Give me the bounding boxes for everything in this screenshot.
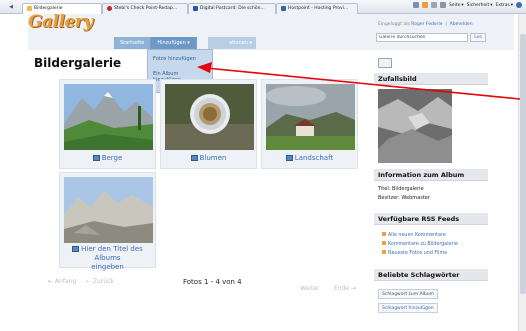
tab-label: Hostpoint - Hosting Provi... bbox=[288, 6, 349, 11]
pager-prev: ⇠ Zurück bbox=[86, 278, 114, 285]
nav-item-add[interactable]: Hinzufügen ▾ bbox=[151, 37, 197, 49]
browser-tab-checkpoint[interactable]: Stebi's Check Point-Redap... bbox=[102, 2, 188, 14]
tab-label: Bildergalerie bbox=[34, 6, 63, 11]
pager-status: Fotos 1 - 4 von 4 bbox=[183, 278, 242, 286]
rss-link-all-comments[interactable]: Alle neuen Kommentare bbox=[382, 232, 446, 238]
postcard-favicon-icon bbox=[193, 6, 198, 11]
slideshow-icon[interactable] bbox=[378, 58, 392, 68]
album-tile-landschaft[interactable]: Landschaft bbox=[261, 79, 358, 169]
album-thumbnail-blumen[interactable] bbox=[165, 84, 254, 150]
album-title-landschaft[interactable]: Landschaft bbox=[262, 154, 357, 162]
album-thumbnail-new[interactable] bbox=[64, 177, 153, 243]
pager-last: Ende ⇥ bbox=[334, 285, 357, 292]
add-tag-button[interactable]: Schlagwort hinzufügen bbox=[378, 303, 438, 313]
gallery-logo[interactable]: Gallery bbox=[28, 12, 93, 32]
album-icon bbox=[190, 155, 198, 161]
tab-label: Digital Postcard: Die schön... bbox=[200, 6, 265, 11]
back-icon[interactable]: ◀ bbox=[0, 0, 22, 14]
menu-item-add-photos[interactable]: Fotos hinzufügen bbox=[153, 56, 196, 62]
page-menu[interactable]: Seite ▾ bbox=[449, 3, 464, 8]
search-button[interactable]: Los bbox=[470, 33, 486, 42]
tab-label: Stebi's Check Point-Redap... bbox=[114, 6, 178, 11]
browser-tools: Seite ▾ Sicherheit ▾ Extras ▾ bbox=[412, 2, 522, 8]
rss-icon bbox=[382, 250, 386, 254]
sidebar-title-album-info: Information zum Album bbox=[374, 169, 488, 181]
album-info-owner: Besitzer: Webmaster bbox=[378, 195, 430, 201]
page-title: Bildergalerie bbox=[34, 56, 122, 70]
feeds-icon[interactable] bbox=[421, 2, 428, 8]
album-icon bbox=[72, 246, 80, 252]
gallery-favicon-icon bbox=[27, 6, 32, 11]
login-status: Eingeloggt als Roger Federle | Abmelden bbox=[378, 22, 473, 27]
nav-item-home[interactable]: Startseite bbox=[114, 37, 152, 49]
pager-next: Weiter bbox=[300, 285, 320, 292]
rss-icon bbox=[382, 232, 386, 236]
rss-link-gallery-comments[interactable]: Kommentare zu Bildergalerie bbox=[382, 241, 458, 247]
album-icon bbox=[92, 155, 100, 161]
album-title-blumen[interactable]: Blumen bbox=[161, 154, 256, 162]
album-title-berge[interactable]: Berge bbox=[60, 154, 155, 162]
album-tile-new[interactable]: Hier den Titel des Albums eingeben bbox=[59, 172, 156, 271]
sidebar-title-tags: Beliebte Schlagwörter bbox=[374, 269, 488, 281]
user-link[interactable]: Roger Federle bbox=[411, 22, 442, 27]
logout-link[interactable]: Abmelden bbox=[450, 22, 473, 27]
checkpoint-favicon-icon bbox=[107, 6, 112, 11]
album-title-new[interactable]: Hier den Titel des Albums eingeben bbox=[60, 245, 155, 272]
album-tile-berge[interactable]: Berge bbox=[59, 79, 156, 169]
scrollbar-thumb[interactable] bbox=[520, 34, 526, 294]
nav-item-options[interactable]: ationen ▾ bbox=[208, 37, 256, 49]
help-icon[interactable] bbox=[516, 2, 522, 8]
album-thumbnail-landschaft[interactable] bbox=[266, 84, 355, 150]
album-tile-blumen[interactable]: Blumen bbox=[160, 79, 257, 169]
sidebar-title-random: Zufallsbild bbox=[374, 73, 488, 85]
album-thumbnail-berge[interactable] bbox=[64, 84, 153, 150]
main-nav: Startseite Hinzufügen ▾ bbox=[114, 37, 197, 49]
print-icon[interactable] bbox=[439, 2, 446, 8]
pager-first: ⇤ Anfang bbox=[48, 278, 77, 285]
site-header bbox=[28, 14, 514, 50]
browser-tab-postcard[interactable]: Digital Postcard: Die schön... bbox=[188, 2, 276, 14]
sidebar-title-rss: Verfügbare RSS Feeds bbox=[374, 213, 488, 225]
random-image[interactable] bbox=[378, 89, 452, 163]
album-icon bbox=[285, 155, 293, 161]
rss-icon bbox=[382, 241, 386, 245]
home-icon[interactable] bbox=[412, 2, 419, 8]
album-info-title: Titel: Bildergalerie bbox=[378, 186, 424, 192]
tag-album-button[interactable]: Schlagwort zum Album bbox=[378, 289, 438, 299]
mail-icon[interactable] bbox=[430, 2, 437, 8]
vertical-scrollbar[interactable] bbox=[518, 14, 526, 331]
extras-menu[interactable]: Extras ▾ bbox=[496, 3, 514, 8]
search-input[interactable] bbox=[376, 33, 468, 42]
rss-link-newest-photos[interactable]: Neueste Fotos und Filme bbox=[382, 250, 447, 256]
browser-tab-hostpoint[interactable]: Hostpoint - Hosting Provi... bbox=[276, 2, 358, 14]
hostpoint-favicon-icon bbox=[281, 6, 286, 11]
security-menu[interactable]: Sicherheit ▾ bbox=[467, 3, 493, 8]
